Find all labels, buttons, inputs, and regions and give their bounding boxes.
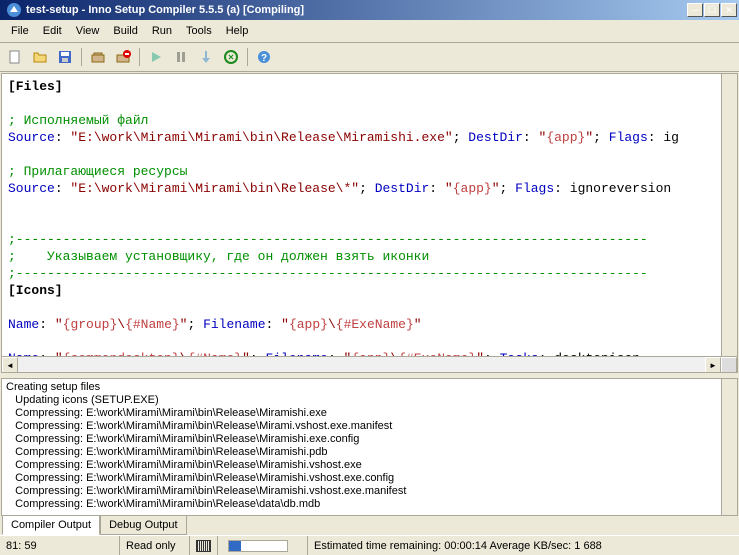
app-icon <box>6 2 22 18</box>
statusbar: 81: 59 Read only Estimated time remainin… <box>0 535 739 555</box>
maximize-button[interactable]: ☐ <box>704 3 720 17</box>
compile-button[interactable] <box>87 46 109 68</box>
save-button[interactable] <box>54 46 76 68</box>
output-content: Creating setup files Updating icons (SET… <box>2 379 737 515</box>
output-vscrollbar[interactable] <box>721 379 737 515</box>
step-button <box>195 46 217 68</box>
minimize-button[interactable]: ─ <box>687 3 703 17</box>
toolbar-separator <box>81 48 82 66</box>
pause-button <box>170 46 192 68</box>
menu-build[interactable]: Build <box>106 22 144 40</box>
terminate-button[interactable] <box>220 46 242 68</box>
menu-help[interactable]: Help <box>219 22 256 40</box>
stop-compile-button[interactable] <box>112 46 134 68</box>
editor-vscrollbar[interactable] <box>721 74 737 356</box>
scroll-corner <box>721 357 737 373</box>
help-button[interactable]: ? <box>253 46 275 68</box>
close-button[interactable]: ✕ <box>721 3 737 17</box>
titlebar: test-setup - Inno Setup Compiler 5.5.5 (… <box>0 0 739 20</box>
tab-compiler-output[interactable]: Compiler Output <box>2 516 100 535</box>
status-keyboard-icon <box>190 536 218 555</box>
status-progress <box>218 536 308 555</box>
output-panel[interactable]: Creating setup files Updating icons (SET… <box>1 378 738 516</box>
menu-run[interactable]: Run <box>145 22 179 40</box>
status-readonly: Read only <box>120 536 190 555</box>
svg-text:?: ? <box>261 53 267 64</box>
status-time: Estimated time remaining: 00:00:14 Avera… <box>308 536 739 555</box>
scroll-right-icon[interactable]: ► <box>705 357 721 373</box>
run-button <box>145 46 167 68</box>
titlebar-text: test-setup - Inno Setup Compiler 5.5.5 (… <box>26 4 687 16</box>
toolbar-separator <box>247 48 248 66</box>
code-editor[interactable]: [Files] ; Исполняемый файл Source: "E:\w… <box>1 73 738 373</box>
editor-hscrollbar[interactable]: ◄ ► <box>2 356 737 372</box>
toolbar: ? <box>0 43 739 72</box>
menu-edit[interactable]: Edit <box>36 22 69 40</box>
menubar: File Edit View Build Run Tools Help <box>0 20 739 43</box>
menu-view[interactable]: View <box>69 22 107 40</box>
open-button[interactable] <box>29 46 51 68</box>
menu-tools[interactable]: Tools <box>179 22 219 40</box>
scroll-left-icon[interactable]: ◄ <box>2 357 18 373</box>
status-cursor-pos: 81: 59 <box>0 536 120 555</box>
tab-debug-output[interactable]: Debug Output <box>100 516 187 535</box>
output-tabs: Compiler Output Debug Output <box>0 516 739 535</box>
menu-file[interactable]: File <box>4 22 36 40</box>
editor-content[interactable]: [Files] ; Исполняемый файл Source: "E:\w… <box>2 74 737 356</box>
toolbar-separator <box>139 48 140 66</box>
new-button[interactable] <box>4 46 26 68</box>
